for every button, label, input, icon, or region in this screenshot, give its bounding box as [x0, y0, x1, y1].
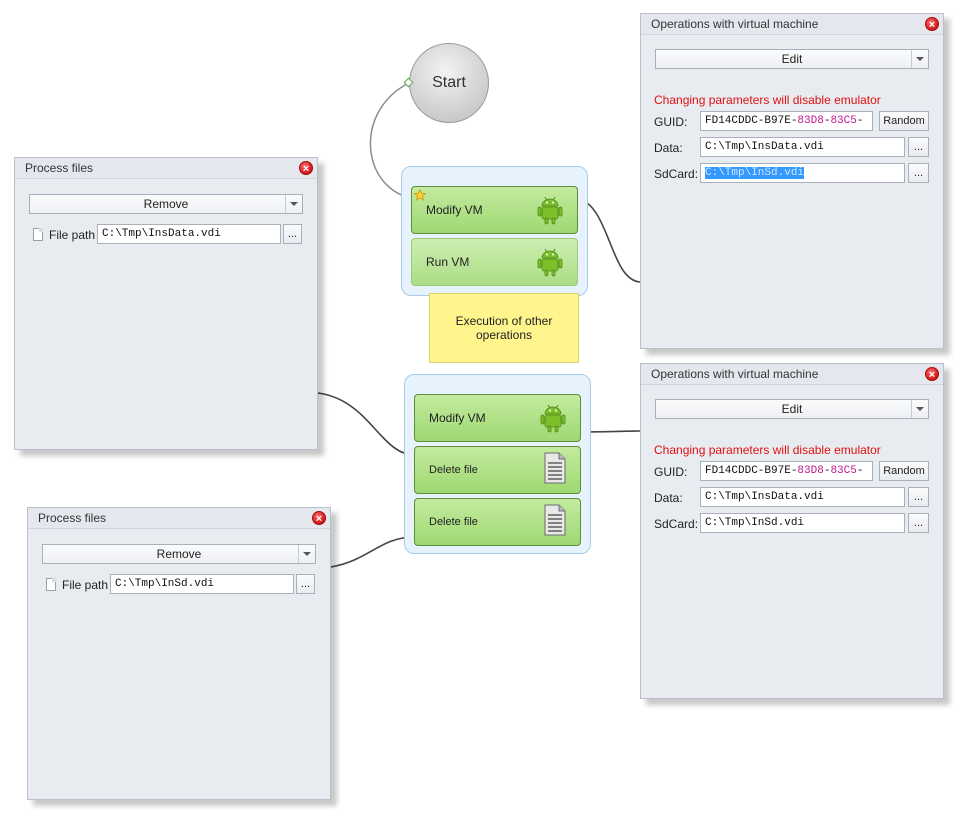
android-icon — [537, 248, 563, 277]
node-label: Modify VM — [429, 411, 486, 425]
panel-title: Process files × — [28, 508, 330, 529]
sdcard-selected-text: C:\Tmp\InSd.vdi — [705, 167, 805, 179]
browse-button[interactable]: ... — [296, 574, 315, 594]
browse-button[interactable]: ... — [283, 224, 302, 244]
sdcard-browse-button[interactable]: ... — [908, 163, 929, 183]
start-node[interactable]: Start — [409, 43, 489, 123]
file-path-input[interactable]: C:\Tmp\InSd.vdi — [110, 574, 294, 594]
panel-title-text: Process files — [38, 511, 107, 525]
file-path-label: File path — [62, 578, 109, 592]
guid-part: FD14CDDC-B97E- — [705, 115, 798, 127]
sdcard-input[interactable]: C:\Tmp\InSd.vdi — [700, 513, 905, 533]
sdcard-browse-button[interactable]: ... — [908, 513, 929, 533]
node-modify-vm-1[interactable]: Modify VM — [411, 186, 578, 234]
guid-input[interactable]: FD14CDDC-B97E-83D8-83C5- — [700, 111, 873, 131]
node-delete-file-1[interactable]: Delete file — [414, 446, 581, 494]
file-path-label: File path — [49, 228, 96, 242]
guid-part: 83C5 — [830, 465, 857, 477]
dropdown-value: Edit — [781, 52, 803, 66]
file-icon — [33, 228, 43, 241]
action-dropdown[interactable]: Edit — [655, 399, 929, 419]
note-sticky[interactable]: Execution of other operations — [429, 293, 579, 363]
node-group-1: Modify VM Run VM — [401, 166, 588, 296]
dropdown-value: Edit — [781, 402, 803, 416]
node-label: Modify VM — [426, 203, 483, 217]
panel-title: Operations with virtual machine × — [641, 364, 943, 385]
wire-pf2-to-delete — [330, 536, 416, 568]
panel-title: Operations with virtual machine × — [641, 14, 943, 35]
random-button[interactable]: Random — [879, 461, 929, 481]
star-icon — [414, 189, 426, 201]
action-dropdown[interactable]: Remove — [29, 194, 303, 214]
node-label: Delete file — [429, 464, 478, 476]
panel-title: Process files × — [15, 158, 317, 179]
chevron-down-icon — [298, 545, 315, 563]
guid-part: 83D8 — [797, 465, 824, 477]
sdcard-label: SdCard: — [654, 517, 699, 531]
guid-part: - — [856, 465, 864, 477]
vm-operations-panel-2: Operations with virtual machine × Edit C… — [640, 363, 944, 699]
node-group-2: Modify VM Delete file Delete file — [404, 374, 591, 554]
warning-text: Changing parameters will disable emulato… — [654, 443, 881, 457]
node-run-vm[interactable]: Run VM — [411, 238, 578, 286]
node-modify-vm-2[interactable]: Modify VM — [414, 394, 581, 442]
dropdown-value: Remove — [143, 197, 189, 211]
close-icon[interactable]: × — [925, 17, 939, 31]
guid-part: 83C5 — [830, 115, 857, 127]
data-browse-button[interactable]: ... — [908, 487, 929, 507]
panel-title-text: Operations with virtual machine — [651, 367, 819, 381]
node-label: Run VM — [426, 255, 470, 269]
sdcard-label: SdCard: — [654, 167, 699, 181]
dropdown-value: Remove — [156, 547, 202, 561]
action-dropdown[interactable]: Remove — [42, 544, 316, 564]
data-input[interactable]: C:\Tmp\InsData.vdi — [700, 487, 905, 507]
android-icon — [540, 404, 566, 433]
data-label: Data: — [654, 491, 683, 505]
guid-label: GUID: — [654, 115, 688, 129]
close-icon[interactable]: × — [299, 161, 313, 175]
note-text: Execution of other operations — [455, 314, 553, 342]
process-files-panel-1: Process files × Remove File path C:\Tmp\… — [14, 157, 318, 450]
node-label: Delete file — [429, 516, 478, 528]
file-icon — [46, 578, 56, 591]
guid-part: 83D8 — [797, 115, 824, 127]
data-browse-button[interactable]: ... — [908, 137, 929, 157]
vm-operations-panel-1: Operations with virtual machine × Edit C… — [640, 13, 944, 349]
process-files-panel-2: Process files × Remove File path C:\Tmp\… — [27, 507, 331, 800]
file-path-input[interactable]: C:\Tmp\InsData.vdi — [97, 224, 281, 244]
panel-title-text: Process files — [25, 161, 94, 175]
close-icon[interactable]: × — [312, 511, 326, 525]
chevron-down-icon — [911, 400, 928, 418]
sdcard-input[interactable]: C:\Tmp\InSd.vdi — [700, 163, 905, 183]
guid-label: GUID: — [654, 465, 688, 479]
chevron-down-icon — [911, 50, 928, 68]
android-icon — [537, 196, 563, 225]
guid-input[interactable]: FD14CDDC-B97E-83D8-83C5- — [700, 461, 873, 481]
guid-part: - — [856, 115, 864, 127]
start-label: Start — [432, 74, 466, 91]
node-delete-file-2[interactable]: Delete file — [414, 498, 581, 546]
data-label: Data: — [654, 141, 683, 155]
document-icon — [544, 504, 566, 536]
random-button[interactable]: Random — [879, 111, 929, 131]
warning-text: Changing parameters will disable emulato… — [654, 93, 881, 107]
close-icon[interactable]: × — [925, 367, 939, 381]
wire-pf1-to-delete — [317, 392, 416, 456]
data-input[interactable]: C:\Tmp\InsData.vdi — [700, 137, 905, 157]
guid-part: FD14CDDC-B97E- — [705, 465, 798, 477]
panel-title-text: Operations with virtual machine — [651, 17, 819, 31]
chevron-down-icon — [285, 195, 302, 213]
document-icon — [544, 452, 566, 484]
action-dropdown[interactable]: Edit — [655, 49, 929, 69]
